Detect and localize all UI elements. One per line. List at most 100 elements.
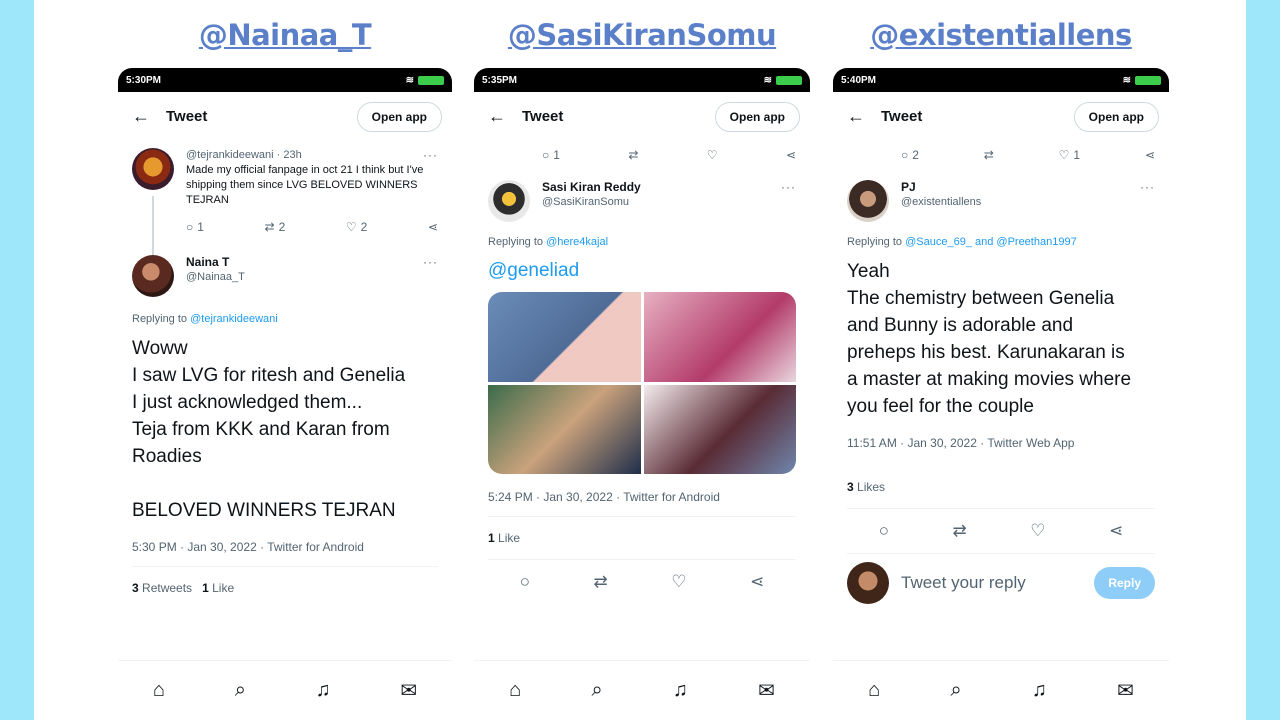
column-handle-title[interactable]: @existentiallens [833,18,1169,52]
username[interactable]: @SasiKiranSomu [542,195,796,210]
replying-label: Replying to [488,236,544,248]
media-image[interactable] [488,384,641,474]
replying-to-link[interactable]: @Sauce_69_ and @Preethan1997 [905,236,1077,248]
open-app-button[interactable]: Open app [356,102,442,132]
replying-to-link[interactable]: @tejrankideewani [190,313,278,325]
avatar[interactable] [132,148,174,190]
replying-to-line: Replying to @tejrankideewani [118,313,452,325]
bottom-nav: ⌂ ⌕ ♫ ✉ [118,660,452,720]
share-icon[interactable]: ⋖ [1109,521,1123,541]
tweet-header: ← Tweet Open app [833,92,1169,140]
home-icon[interactable]: ⌂ [868,679,880,702]
parent-handle[interactable]: @tejrankideewani [186,149,274,161]
reply-button[interactable]: ○ 1 [186,220,204,235]
search-icon[interactable]: ⌕ [235,679,246,702]
like-icon[interactable]: ♡ [671,572,686,592]
search-icon[interactable]: ⌕ [591,679,602,702]
home-icon[interactable]: ⌂ [153,679,165,702]
retweet-icon[interactable]: ⇄ [953,521,967,541]
like-icon[interactable]: ♡ [707,148,718,162]
avatar[interactable] [132,255,174,297]
replying-label: Replying to [847,236,903,248]
avatar[interactable] [847,562,889,604]
mail-icon[interactable]: ✉ [400,678,417,703]
reply-icon[interactable]: ○ [879,521,889,541]
retweets-label[interactable]: Retweets [142,581,192,595]
likes-label[interactable]: Like [498,531,520,545]
bell-icon[interactable]: ♫ [673,679,688,702]
search-icon[interactable]: ⌕ [950,679,961,702]
media-image[interactable] [488,292,641,382]
likes-count[interactable]: 1 [488,531,495,545]
parent-time: 23h [283,149,302,161]
reply-icon: ○ [901,148,909,162]
tweet-line: I saw LVG for ritesh and Genelia [132,365,406,386]
tweet-text: Woww I saw LVG for ritesh and Genelia I … [118,325,452,524]
display-name[interactable]: Naina T [186,255,229,270]
reply-button[interactable]: ○ 2 [901,148,919,162]
likes-count[interactable]: 1 [202,581,209,595]
like-icon: ♡ [345,220,357,234]
tweet-line: you feel for the couple [847,396,1034,417]
parent-tweet[interactable]: @tejrankideewani · 23h ··· Made my offic… [118,140,452,266]
like-button[interactable]: ♡ 1 [1059,148,1080,162]
retweet-icon: ⇄ [264,220,275,234]
status-bar: 5:30PM ≋ [118,68,452,92]
tweet-mention[interactable]: @geneliad [474,248,810,282]
parent-tweet-actions: ○ 1 ⇄ ♡ ⋖ [474,140,810,170]
open-app-button[interactable]: Open app [714,102,800,132]
phone-screen: 5:35PM ≋ ← Tweet Open app ○ 1 ⇄ ♡ ⋖ Sasi … [474,68,810,720]
username[interactable]: @Nainaa_T [186,270,438,285]
share-icon[interactable]: ⋖ [1145,148,1155,162]
status-time: 5:30PM [126,74,162,86]
retweets-count[interactable]: 3 [132,581,139,595]
avatar[interactable] [488,180,530,222]
display-name[interactable]: PJ [901,180,916,195]
retweet-icon[interactable]: ⇄ [628,148,638,162]
reply-count: 1 [553,148,560,162]
replying-to-link[interactable]: @here4kajal [546,236,608,248]
share-icon[interactable]: ⋖ [750,572,764,592]
share-icon[interactable]: ⋖ [428,220,438,235]
home-icon[interactable]: ⌂ [509,679,521,702]
open-app-button[interactable]: Open app [1073,102,1159,132]
media-image[interactable] [643,292,796,382]
back-arrow-icon[interactable]: ← [488,106,522,127]
bell-icon[interactable]: ♫ [1032,679,1047,702]
reply-icon: ○ [542,148,550,162]
media-image[interactable] [643,384,796,474]
like-icon[interactable]: ♡ [1030,521,1045,541]
back-arrow-icon[interactable]: ← [132,106,166,127]
retweet-button[interactable]: ⇄ 2 [265,220,286,235]
likes-label[interactable]: Likes [857,480,885,494]
display-name[interactable]: Sasi Kiran Reddy [542,180,641,195]
likes-count[interactable]: 3 [847,480,854,494]
status-time: 5:35PM [482,74,518,86]
reply-submit-button[interactable]: Reply [1094,567,1155,599]
avatar[interactable] [847,180,889,222]
more-icon[interactable]: ··· [423,148,438,163]
bell-icon[interactable]: ♫ [316,679,331,702]
username[interactable]: @existentiallens [901,195,1155,210]
reply-input[interactable]: Tweet your reply [901,573,1082,593]
reply-icon[interactable]: ○ [520,572,530,592]
tweet-line: preheps his best. Karunakaran is [847,342,1125,363]
status-icons: ≋ [406,75,444,86]
mail-icon[interactable]: ✉ [1117,678,1134,703]
column-handle-title[interactable]: @Nainaa_T [118,18,452,52]
more-icon[interactable]: ··· [423,255,438,270]
more-icon[interactable]: ··· [1140,180,1155,195]
retweet-icon[interactable]: ⇄ [594,572,608,592]
column-handle-title[interactable]: @SasiKiranSomu [474,18,810,52]
retweet-icon[interactable]: ⇄ [984,148,994,162]
parent-tweet-actions: ○ 2 ⇄ ♡ 1 ⋖ [833,140,1169,170]
reply-button[interactable]: ○ 1 [542,148,560,162]
share-icon[interactable]: ⋖ [786,148,796,162]
battery-icon [418,75,444,85]
likes-label[interactable]: Like [212,581,234,595]
like-button[interactable]: ♡ 2 [346,220,367,235]
mail-icon[interactable]: ✉ [758,678,775,703]
more-icon[interactable]: ··· [781,180,796,195]
media-grid[interactable] [488,292,796,474]
back-arrow-icon[interactable]: ← [847,106,881,127]
